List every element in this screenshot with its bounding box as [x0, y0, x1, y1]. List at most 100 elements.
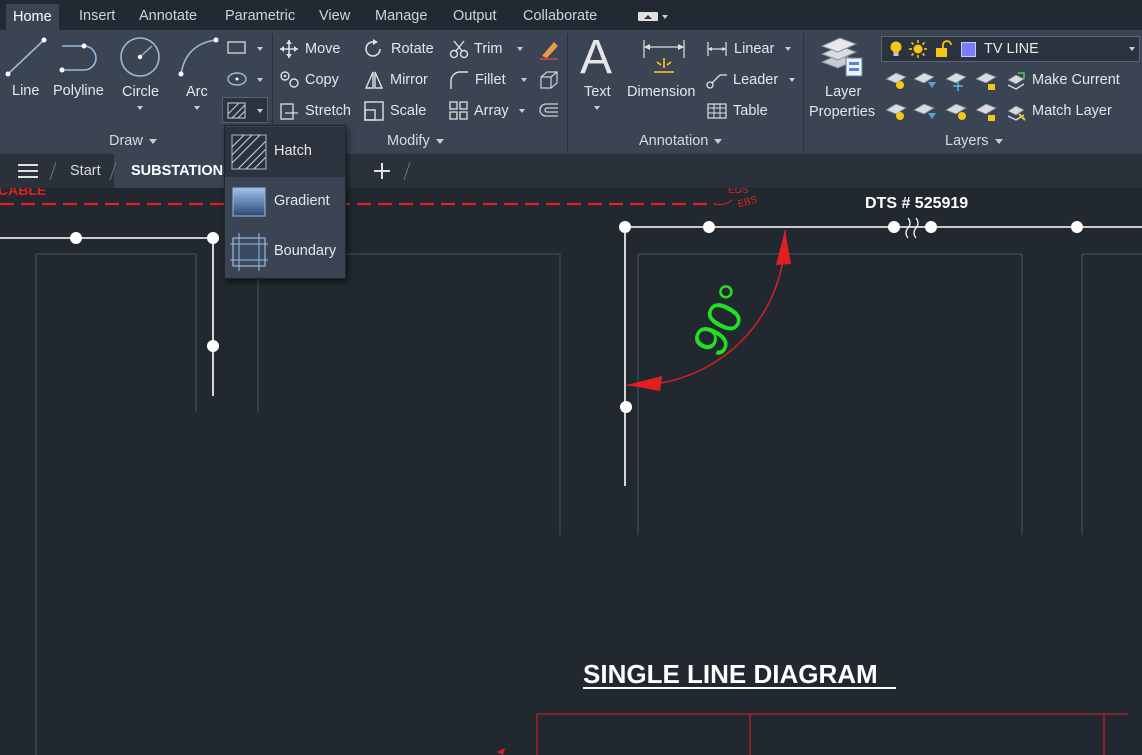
unlock-icon [936, 40, 952, 57]
menu-bar: Home Insert Annotate Parametric View Man… [0, 0, 1142, 32]
circle-caret-icon[interactable] [137, 106, 143, 110]
new-tab-plus-icon[interactable] [372, 161, 392, 181]
arc-caret-icon[interactable] [194, 106, 200, 110]
grip-points [70, 221, 1083, 413]
fillet-icon[interactable] [449, 70, 469, 90]
make-current-icon[interactable] [1006, 71, 1026, 91]
array-caret-icon[interactable] [519, 109, 525, 113]
stretch-icon[interactable] [279, 101, 301, 121]
trim-button-label[interactable]: Trim [474, 41, 502, 57]
array-button-label[interactable]: Array [474, 103, 509, 119]
menu-item-boundary[interactable]: Boundary [225, 227, 345, 277]
copy-icon[interactable] [279, 70, 301, 90]
arc-button-label[interactable]: Arc [186, 84, 208, 100]
arc-icon[interactable] [176, 36, 220, 80]
leader-button-label[interactable]: Leader [733, 72, 778, 88]
hatch-button[interactable] [222, 97, 268, 123]
boundary-icon [230, 233, 268, 271]
erase-icon[interactable] [538, 38, 560, 60]
hatch-icon [231, 134, 267, 170]
text-caret-icon[interactable] [594, 106, 600, 110]
rotate-icon[interactable] [364, 39, 384, 59]
match-layer-icon[interactable] [1006, 102, 1026, 122]
tab-manage[interactable]: Manage [375, 5, 427, 27]
scale-icon[interactable] [364, 101, 384, 121]
layer-dropdown-caret-icon [1129, 47, 1135, 51]
tab-output[interactable]: Output [453, 5, 497, 27]
line-icon[interactable] [5, 36, 47, 78]
offset-icon[interactable] [538, 101, 560, 121]
rectangle-caret-icon[interactable] [257, 47, 263, 51]
drawing-canvas[interactable]: CABLE EDS EBS DTS # 525919 90° SINGLE LI… [0, 188, 1142, 755]
rectangle-icon[interactable] [227, 40, 247, 56]
table-icon[interactable] [706, 102, 728, 120]
leader-caret-icon[interactable] [789, 78, 795, 82]
modify-panel-title[interactable]: Modify [387, 133, 444, 149]
circle-button-label[interactable]: Circle [122, 84, 159, 100]
explode-icon[interactable] [538, 70, 560, 90]
match-layer-button-label[interactable]: Match Layer [1032, 103, 1112, 119]
sun-icon [909, 40, 927, 58]
annotation-panel-title[interactable]: Annotation [639, 133, 723, 149]
lightbulb-icon [890, 41, 902, 56]
file-tab-start[interactable]: Start [70, 163, 101, 179]
text-button-label[interactable]: Text [584, 84, 611, 100]
stretch-button-label[interactable]: Stretch [305, 103, 351, 119]
linear-caret-icon[interactable] [785, 47, 791, 51]
text-icon[interactable]: A [580, 30, 612, 85]
hatch-caret-icon [257, 109, 263, 113]
current-layer-name: TV LINE [984, 41, 1039, 57]
move-icon[interactable] [279, 39, 299, 59]
ellipse-caret-icon[interactable] [257, 78, 263, 82]
layer-properties-icon[interactable] [818, 36, 866, 80]
copy-button-label[interactable]: Copy [305, 72, 339, 88]
ribbon-toggle-caret-icon[interactable] [662, 15, 668, 19]
mirror-icon[interactable] [364, 70, 384, 90]
menu-icon[interactable] [17, 162, 39, 180]
dts-label: DTS # 525919 [865, 195, 968, 212]
tab-home[interactable]: Home [6, 4, 59, 30]
trim-caret-icon[interactable] [517, 47, 523, 51]
tab-collaborate[interactable]: Collaborate [523, 5, 597, 27]
tab-divider-2 [109, 161, 117, 181]
rotate-button-label[interactable]: Rotate [391, 41, 434, 57]
scale-button-label[interactable]: Scale [390, 103, 426, 119]
hatch-icon [227, 102, 246, 119]
circle-icon[interactable] [118, 36, 162, 80]
fillet-caret-icon[interactable] [521, 78, 527, 82]
dimension-icon[interactable] [641, 38, 687, 78]
layer-properties-label-2[interactable]: Properties [809, 104, 875, 120]
layer-color-swatch [961, 42, 976, 57]
polyline-button-label[interactable]: Polyline [53, 83, 104, 99]
tab-insert[interactable]: Insert [79, 5, 115, 27]
dimension-button-label[interactable]: Dimension [627, 84, 696, 100]
linear-button-label[interactable]: Linear [734, 41, 774, 57]
eds-label: EDS [728, 188, 749, 196]
mirror-button-label[interactable]: Mirror [390, 72, 428, 88]
ellipse-icon[interactable] [226, 70, 248, 88]
tab-annotate[interactable]: Annotate [139, 5, 197, 27]
menu-item-gradient[interactable]: Gradient [225, 177, 345, 227]
table-button-label[interactable]: Table [733, 103, 768, 119]
polyline-icon[interactable] [58, 38, 102, 78]
layer-tools-icons [885, 72, 997, 121]
line-button-label[interactable]: Line [12, 83, 39, 99]
menu-item-hatch[interactable]: Hatch [225, 127, 345, 177]
trim-icon[interactable] [449, 39, 469, 59]
tab-divider-1 [49, 161, 57, 181]
layer-properties-label-1[interactable]: Layer [825, 84, 861, 100]
fillet-button-label[interactable]: Fillet [475, 72, 506, 88]
draw-panel-title[interactable]: Draw [109, 133, 157, 149]
tab-parametric[interactable]: Parametric [225, 5, 295, 27]
layer-dropdown[interactable]: TV LINE [881, 36, 1140, 62]
tab-view[interactable]: View [319, 5, 350, 27]
move-button-label[interactable]: Move [305, 41, 340, 57]
array-icon[interactable] [449, 101, 469, 121]
ribbon-toggle-icon[interactable] [638, 12, 658, 21]
linear-icon[interactable] [706, 40, 728, 58]
leader-icon[interactable] [706, 71, 728, 89]
layers-panel-title[interactable]: Layers [945, 133, 1003, 149]
file-tab-active-label[interactable]: SUBSTATION [131, 163, 223, 179]
cable-label: CABLE [0, 188, 46, 198]
make-current-button-label[interactable]: Make Current [1032, 72, 1120, 88]
